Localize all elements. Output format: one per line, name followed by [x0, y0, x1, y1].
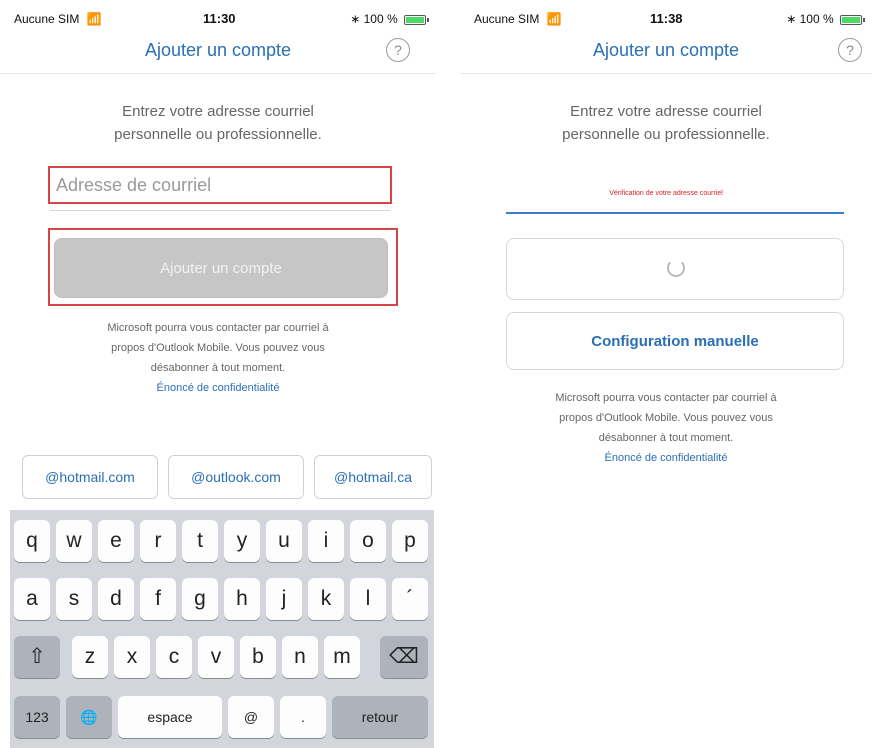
nav-bar: Ajouter un compte ?	[0, 36, 436, 74]
key-c[interactable]: c	[156, 636, 192, 678]
wifi-icon: 📶	[86, 12, 102, 26]
key-d[interactable]: d	[98, 578, 134, 620]
status-bar: Aucune SIM 📶 11:38 ∗ 100 %	[460, 0, 872, 36]
loading-button[interactable]	[506, 238, 844, 300]
key-b[interactable]: b	[240, 636, 276, 678]
bluetooth-icon: ∗	[350, 12, 361, 26]
key-t[interactable]: t	[182, 520, 218, 562]
suggestion-hotmail-ca[interactable]: @hotmail.ca	[314, 455, 432, 499]
at-key[interactable]: @	[228, 696, 274, 738]
key-n[interactable]: n	[282, 636, 318, 678]
numbers-key[interactable]: 123	[14, 696, 60, 738]
verification-status: Vérification de votre adresse courriel	[609, 190, 723, 197]
prompt-text: Entrez votre adresse courriel personnell…	[114, 103, 322, 143]
right-screen: Aucune SIM 📶 11:38 ∗ 100 % Ajouter un co…	[460, 0, 872, 748]
carrier-label: Aucune SIM 📶	[474, 12, 562, 26]
email-field-underline	[506, 212, 844, 214]
key-e[interactable]: e	[98, 520, 134, 562]
key-z[interactable]: z	[72, 636, 108, 678]
left-screen: Aucune SIM 📶 11:30 ∗ 100 % Ajouter un co…	[0, 0, 436, 748]
email-underline	[50, 210, 390, 211]
key-p[interactable]: p	[392, 520, 428, 562]
manual-setup-button[interactable]: Configuration manuelle	[506, 312, 844, 370]
key-f[interactable]: f	[140, 578, 176, 620]
key-r[interactable]: r	[140, 520, 176, 562]
key-u[interactable]: u	[266, 520, 302, 562]
return-key[interactable]: retour	[332, 696, 428, 738]
page-title: Ajouter un compte	[592, 40, 740, 60]
key-v[interactable]: v	[198, 636, 234, 678]
clock: 11:30	[203, 11, 236, 26]
help-icon[interactable]: ?	[838, 38, 862, 62]
key-m[interactable]: m	[324, 636, 360, 678]
key-l[interactable]: l	[350, 578, 386, 620]
clock: 11:38	[650, 11, 683, 26]
disclaimer-text: Microsoft pourra vous contacter par cour…	[460, 388, 872, 468]
key-g[interactable]: g	[182, 578, 218, 620]
wifi-icon: 📶	[546, 12, 562, 26]
key-h[interactable]: h	[224, 578, 260, 620]
disclaimer-text: Microsoft pourra vous contacter par cour…	[0, 318, 436, 398]
battery-icon	[840, 14, 865, 25]
key-y[interactable]: y	[224, 520, 260, 562]
spinner-icon	[667, 259, 685, 277]
battery-status: ∗ 100 %	[350, 12, 429, 26]
key-s[interactable]: s	[56, 578, 92, 620]
key-q[interactable]: q	[14, 520, 50, 562]
key-accent[interactable]: ´	[392, 578, 428, 620]
help-icon[interactable]: ?	[386, 38, 410, 62]
email-field-highlight	[48, 166, 392, 204]
key-k[interactable]: k	[308, 578, 344, 620]
backspace-key[interactable]: ⌫	[380, 636, 428, 678]
key-w[interactable]: w	[56, 520, 92, 562]
key-j[interactable]: j	[266, 578, 302, 620]
page-title: Ajouter un compte	[144, 40, 292, 60]
key-a[interactable]: a	[14, 578, 50, 620]
bluetooth-icon: ∗	[786, 12, 797, 26]
shift-key[interactable]: ⇧	[14, 636, 60, 678]
nav-bar: Ajouter un compte ?	[460, 36, 872, 74]
carrier-label: Aucune SIM 📶	[14, 12, 102, 26]
privacy-link[interactable]: Énoncé de confidentialité	[0, 378, 436, 398]
key-x[interactable]: x	[114, 636, 150, 678]
key-o[interactable]: o	[350, 520, 386, 562]
battery-icon	[404, 14, 429, 25]
status-bar: Aucune SIM 📶 11:30 ∗ 100 %	[0, 0, 436, 36]
prompt-text: Entrez votre adresse courriel personnell…	[562, 103, 770, 143]
battery-status: ∗ 100 %	[786, 12, 865, 26]
space-key[interactable]: espace	[118, 696, 222, 738]
email-field[interactable]	[50, 168, 390, 202]
privacy-link[interactable]: Énoncé de confidentialité	[460, 448, 872, 468]
add-account-button[interactable]: Ajouter un compte	[54, 238, 388, 298]
key-i[interactable]: i	[308, 520, 344, 562]
dot-key[interactable]: .	[280, 696, 326, 738]
suggestion-outlook-com[interactable]: @outlook.com	[168, 455, 304, 499]
globe-icon[interactable]: 🌐	[66, 696, 112, 738]
suggestion-hotmail-com[interactable]: @hotmail.com	[22, 455, 158, 499]
keyboard: q w e r t y u i o p a s d f g h j k l ´ …	[10, 510, 434, 748]
